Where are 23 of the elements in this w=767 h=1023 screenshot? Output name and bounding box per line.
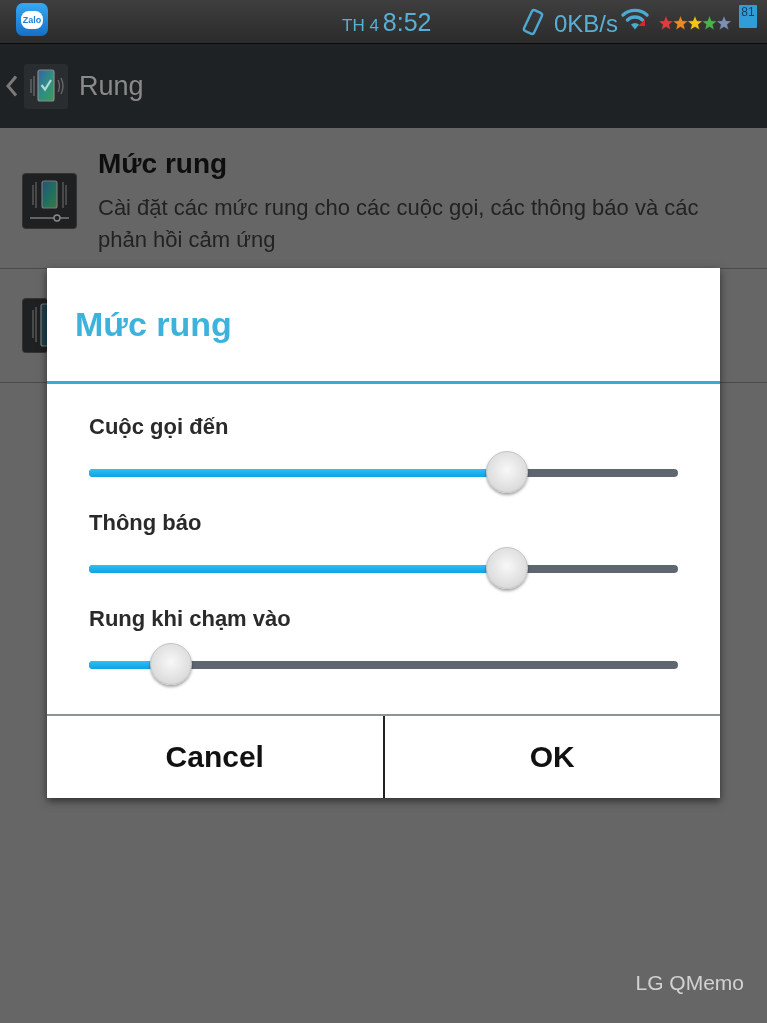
vibration-level-icon [22,173,77,229]
setting-title: Mức rung [98,147,229,181]
network-speed: 0KB/s [553,9,618,38]
vibrating-phone-icon [24,63,68,109]
setting-description: Cài đặt các mức rung cho các cuộc gọi, các thông báo và các phản hồi cảm ứng [98,194,700,254]
stars-icon [658,14,732,31]
slider-thumb[interactable] [486,547,529,589]
back-icon[interactable] [6,75,18,97]
status-time: 8:52 [382,8,432,37]
slider-label: Cuộc gọi đến [89,413,230,441]
slider-thumb[interactable] [150,643,193,685]
dialog-title: Mức rung [75,305,232,344]
battery-indicator: 81 [739,5,757,28]
slider-label: Rung khi chạm vào [89,605,292,633]
vibrating-phone-icon [22,298,47,353]
chat-app-icon: Zalo [16,3,48,36]
screen-title: Rung [79,70,144,102]
dialog-button[interactable]: Cancel [47,716,383,798]
slider-thumb[interactable] [486,451,529,493]
dialog-button[interactable]: OK [382,716,720,798]
status-day: TH 4 [342,16,379,36]
slider-label: Thông báo [89,509,203,537]
overlay-label: LG QMemo [635,970,744,996]
